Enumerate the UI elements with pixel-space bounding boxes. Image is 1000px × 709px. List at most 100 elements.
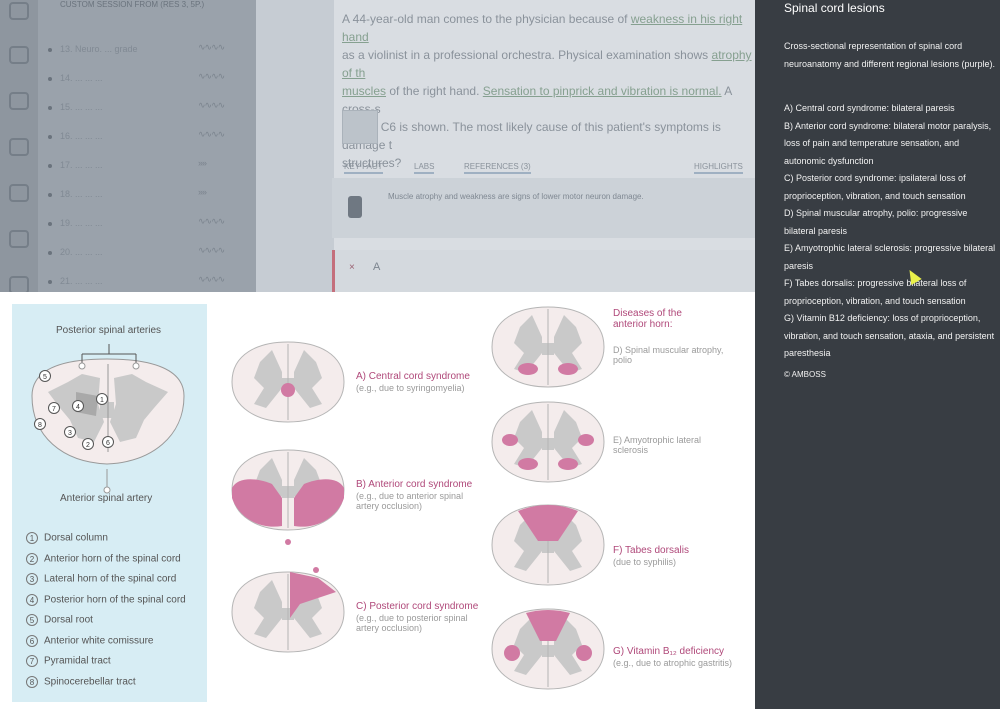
question-row-status: ∿∿∿∿ — [198, 42, 225, 52]
notes-icon[interactable] — [9, 92, 29, 110]
question-row-status: ∿∿∿∿ — [198, 216, 225, 226]
status-dot — [48, 222, 52, 226]
home-icon[interactable] — [9, 2, 29, 20]
question-row-label: 17. ... ... ... — [60, 160, 103, 170]
spinal-cord-figure: 51748326 Posterior spinal arteries Anter… — [0, 292, 755, 709]
question-row-status: ∿∿∿∿ — [198, 129, 225, 139]
cord-spinal-muscular-atrophy — [491, 306, 605, 388]
question-row-label: 13. Neuro. ... grade — [60, 44, 138, 54]
syndrome-g-subtitle: (e.g., due to atrophic gastritis) — [613, 658, 733, 668]
list-header: CUSTOM SESSION FROM (RES 3, 5P.) — [60, 0, 205, 9]
status-dot — [48, 251, 52, 255]
question-row-label: 21. ... ... ... — [60, 276, 103, 286]
nav-rail — [0, 0, 38, 292]
explanation-text: Muscle atrophy and weakness are signs of… — [388, 192, 644, 201]
panel-lesion-item: A) Central cord syndrome: bilateral pare… — [784, 103, 955, 113]
lesion-area — [313, 567, 319, 573]
panel-lesion-item: C) Posterior cord syndrome: ipsilateral … — [784, 173, 966, 201]
syndrome-g-title: G) Vitamin B₁₂ deficiency — [613, 646, 725, 657]
settings-icon[interactable] — [9, 276, 29, 292]
question-row-label: 16. ... ... ... — [60, 131, 103, 141]
tag-icon[interactable] — [9, 138, 29, 156]
calendar-icon[interactable] — [9, 230, 29, 248]
panel-lesion-item: E) Amyotrophic lateral sclerosis: progre… — [784, 243, 996, 271]
cord-central-syndrome — [231, 341, 345, 423]
tab-references[interactable]: REFERENCES (3) — [464, 162, 531, 174]
lightbulb-icon — [348, 196, 362, 218]
stem-highlight[interactable]: muscles — [342, 84, 386, 98]
stats-icon[interactable] — [9, 184, 29, 202]
lesion-area — [558, 363, 578, 375]
tab-key-fact[interactable]: KEY FACT — [344, 162, 383, 174]
wrong-mark-icon: × — [349, 262, 355, 273]
session-icon[interactable] — [9, 46, 29, 64]
stem-text: evel of C6 is shown. The most likely cau… — [342, 120, 721, 152]
question-row[interactable]: 19. ... ... ... ∿∿∿∿ — [48, 216, 248, 232]
stem-highlight[interactable]: Sensation to pinprick and vibration is n… — [483, 84, 722, 98]
syndrome-a-subtitle: (e.g., due to syringomyelia) — [356, 383, 465, 393]
cord-anterior-syndrome — [231, 449, 345, 545]
status-dot — [48, 77, 52, 81]
syndrome-a-title: A) Central cord syndrome — [356, 371, 470, 382]
screen: CUSTOM SESSION FROM (RES 3, 5P.) 13. Neu… — [0, 0, 1000, 709]
lesion-area — [578, 434, 594, 446]
question-image-thumbnail[interactable] — [342, 110, 378, 144]
tab-labs[interactable]: LABS — [414, 162, 435, 174]
question-row[interactable]: 14. ... ... ... ∿∿∿∿ — [48, 71, 248, 87]
answer-option-a[interactable]: × A — [332, 250, 755, 292]
stem-text: A 44-year-old man comes to the physician… — [342, 12, 628, 26]
copyright-text: © AMBOSS — [784, 370, 826, 379]
cord-vitamin-b12 — [491, 608, 605, 690]
question-row-status: ∿∿∿∿ — [198, 100, 225, 110]
answer-letter: A — [373, 261, 381, 273]
lesion-area — [502, 434, 518, 446]
panel-lesion-item: D) Spinal muscular atrophy, polio: progr… — [784, 208, 968, 236]
question-row[interactable]: 18. ... ... ... ›››› — [48, 187, 248, 203]
syndrome-c-title: C) Posterior cord syndrome — [356, 601, 479, 612]
panel-description: Cross-sectional representation of spinal… — [784, 41, 995, 69]
question-row[interactable]: 16. ... ... ... ∿∿∿∿ — [48, 129, 248, 145]
explanation-box: Muscle atrophy and weakness are signs of… — [332, 178, 755, 238]
status-dot — [48, 164, 52, 168]
status-dot — [48, 280, 52, 284]
tab-highlights[interactable]: HIGHLIGHTS — [694, 162, 743, 174]
stem-text: as a violinist in a professional orchest… — [342, 48, 709, 62]
question-row[interactable]: 20. ... ... ... ∿∿∿∿ — [48, 245, 248, 261]
syndrome-b-subtitle: (e.g., due to anterior spinal artery occ… — [356, 491, 464, 511]
question-row-label: 19. ... ... ... — [60, 218, 103, 228]
explanation-tabs: KEY FACT LABS REFERENCES (3) HIGHLIGHTS — [332, 152, 755, 176]
status-dot — [48, 106, 52, 110]
lesion-area — [558, 458, 578, 470]
status-dot — [48, 135, 52, 139]
question-row-status: ›››› — [198, 158, 207, 168]
lesion-area — [281, 383, 295, 397]
panel-lesion-item: B) Anterior cord syndrome: bilateral mot… — [784, 120, 992, 166]
question-row-status: ∿∿∿∿ — [198, 71, 225, 81]
lesion-area — [504, 645, 520, 661]
panel-title: Spinal cord lesions — [784, 1, 885, 15]
background-app: CUSTOM SESSION FROM (RES 3, 5P.) 13. Neu… — [0, 0, 755, 292]
question-row[interactable]: 21. ... ... ... ∿∿∿∿ — [48, 274, 248, 290]
caption-panel: Spinal cord lesions Cross-sectional repr… — [755, 0, 1000, 709]
syndrome-c-subtitle: (e.g., due to posterior spinal artery oc… — [356, 613, 468, 633]
status-dot — [48, 48, 52, 52]
lesion-area — [285, 539, 291, 545]
question-row-label: 18. ... ... ... — [60, 189, 103, 199]
question-stem: A 44-year-old man comes to the physician… — [342, 10, 754, 172]
question-row[interactable]: 15. ... ... ... ∿∿∿∿ — [48, 100, 248, 116]
syndrome-b-title: B) Anterior cord syndrome — [356, 479, 473, 490]
question-list: CUSTOM SESSION FROM (RES 3, 5P.) 13. Neu… — [38, 0, 286, 292]
question-row-status: ∿∿∿∿ — [198, 245, 225, 255]
question-row-label: 14. ... ... ... — [60, 73, 103, 83]
status-dot — [48, 193, 52, 197]
anterior-horn-heading: Diseases of the anterior horn: — [613, 308, 682, 330]
question-row[interactable]: 17. ... ... ... ›››› — [48, 158, 248, 174]
lesion-area — [518, 363, 538, 375]
panel-lesion-item: G) Vitamin B12 deficiency: loss of propr… — [784, 313, 995, 358]
question-row[interactable]: 13. Neuro. ... grade ∿∿∿∿ — [48, 42, 248, 58]
cord-als — [491, 401, 605, 483]
stem-text: of the right hand. — [389, 84, 480, 98]
lesion-area — [576, 645, 592, 661]
panel-lesion-item: F) Tabes dorsalis: progressive bilateral… — [784, 278, 967, 306]
cord-posterior-syndrome — [231, 567, 345, 653]
